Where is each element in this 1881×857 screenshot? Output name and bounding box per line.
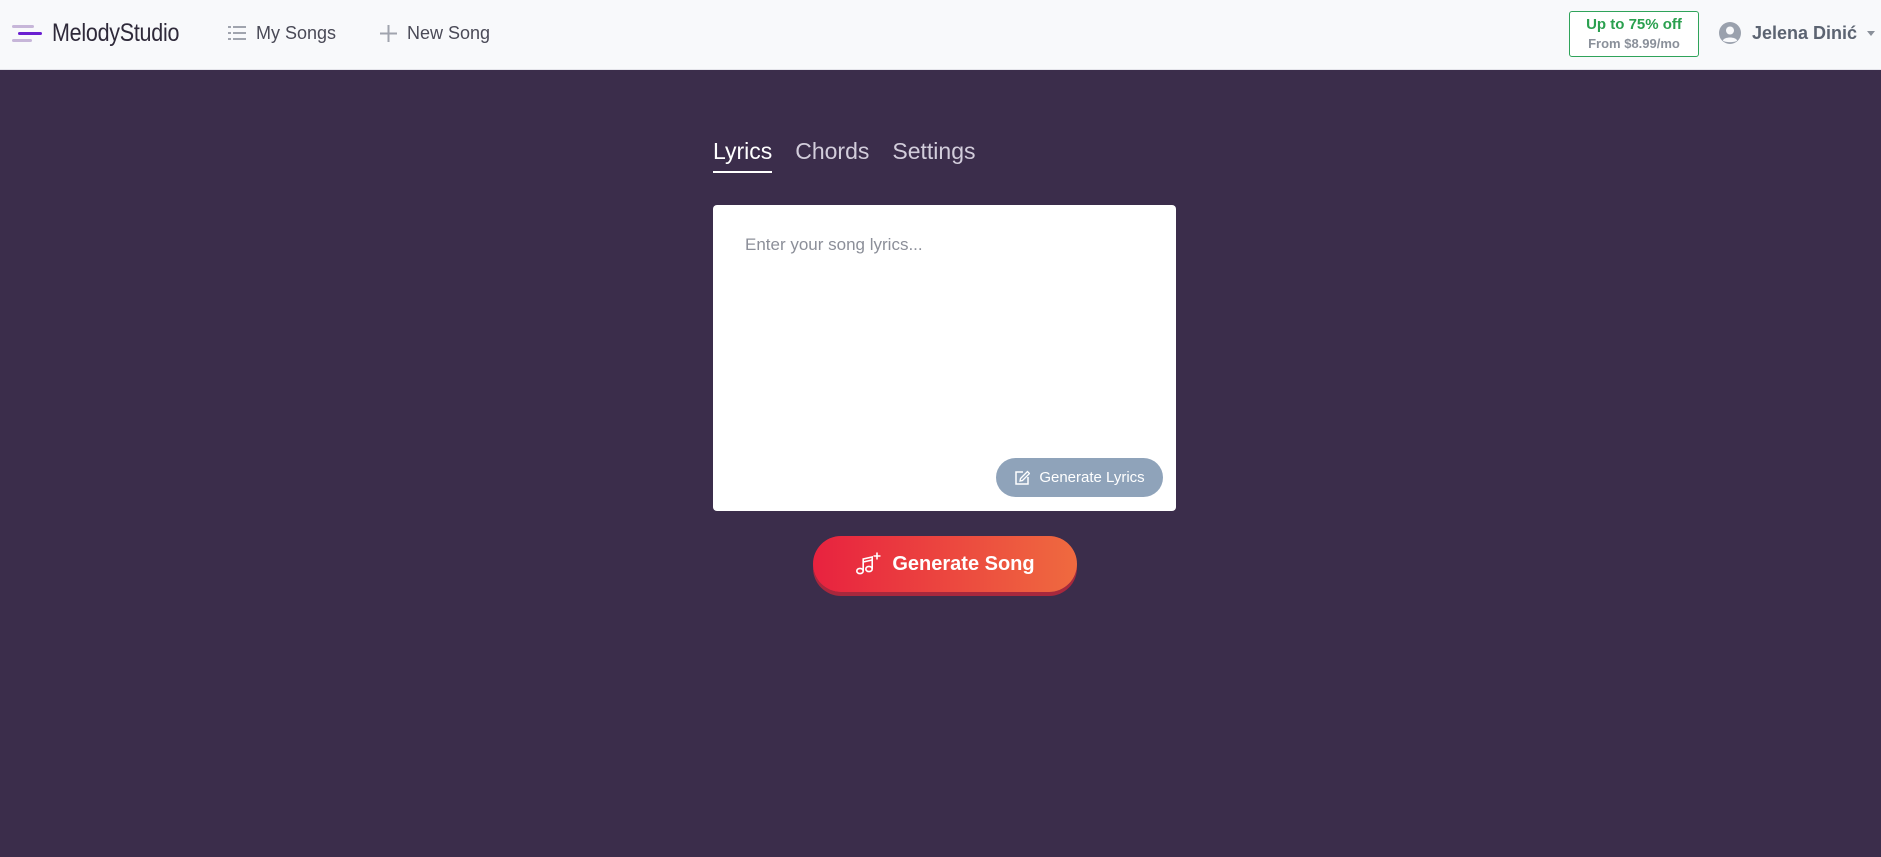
music-note-plus-icon: [855, 552, 881, 576]
caret-down-icon: [1867, 30, 1876, 36]
lyrics-input[interactable]: [713, 205, 1176, 455]
nav-my-songs-link[interactable]: My Songs: [228, 20, 336, 46]
logo-bars-icon: [12, 22, 42, 44]
plus-icon: [380, 24, 397, 42]
edit-note-icon: [1014, 470, 1031, 486]
promo-title: Up to 75% off: [1586, 16, 1682, 33]
lyrics-card: Generate Lyrics: [713, 205, 1176, 511]
tab-lyrics[interactable]: Lyrics: [713, 138, 773, 173]
tab-chords[interactable]: Chords: [795, 138, 869, 173]
list-icon: [228, 25, 246, 41]
nav-new-song-label: New Song: [407, 22, 491, 43]
nav-new-song-link[interactable]: New Song: [380, 20, 490, 46]
user-name: Jelena Dinić: [1752, 22, 1858, 43]
promo-discount-badge[interactable]: Up to 75% off From $8.99/mo: [1569, 11, 1699, 57]
user-avatar-icon: [1718, 21, 1742, 45]
tab-settings[interactable]: Settings: [892, 138, 975, 173]
generate-song-label: Generate Song: [892, 552, 1035, 575]
generate-lyrics-label: Generate Lyrics: [1039, 469, 1145, 486]
editor-tabs: Lyrics Chords Settings: [713, 138, 998, 173]
user-menu[interactable]: Jelena Dinić: [1718, 19, 1876, 47]
app-name: MelodyStudio: [52, 18, 180, 47]
top-navigation-bar: MelodyStudio My Songs New Song Up to 75%…: [0, 0, 1881, 70]
promo-subtitle: From $8.99/mo: [1588, 36, 1680, 51]
generate-song-button[interactable]: Generate Song: [813, 536, 1077, 592]
nav-my-songs-label: My Songs: [256, 22, 337, 43]
app-logo[interactable]: MelodyStudio: [12, 18, 200, 48]
generate-lyrics-button[interactable]: Generate Lyrics: [996, 458, 1163, 497]
